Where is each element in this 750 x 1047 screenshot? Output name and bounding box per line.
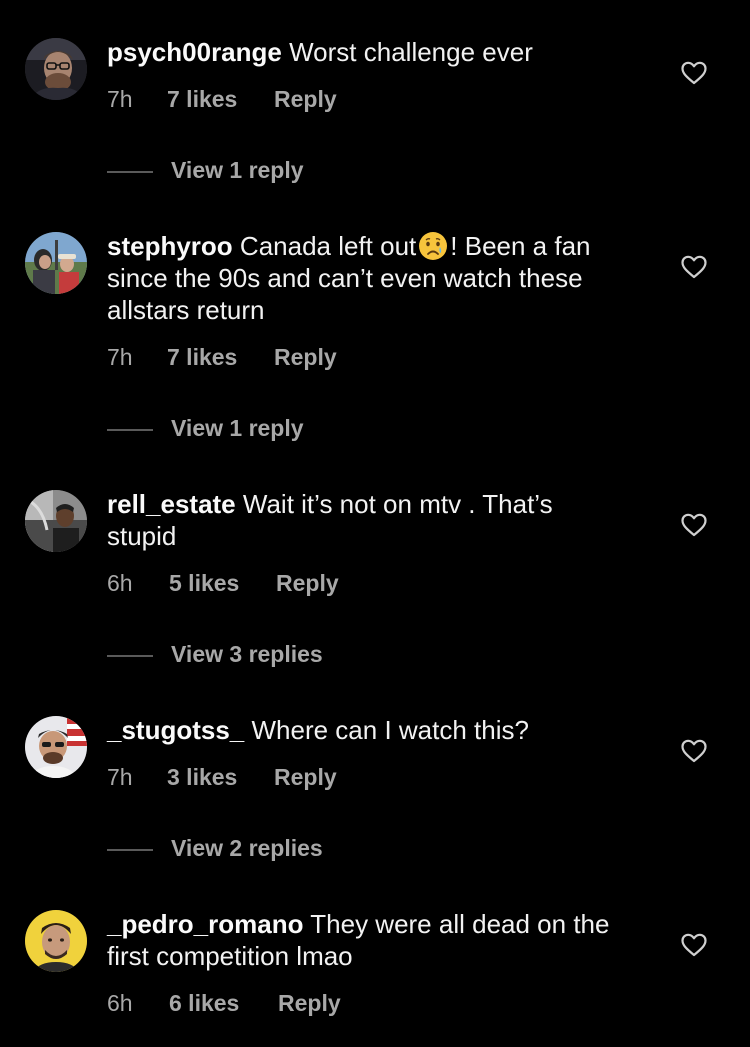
comment-meta: 6h 5 likes Reply: [107, 570, 339, 597]
replies-divider-line: [107, 849, 153, 851]
reply-button[interactable]: Reply: [276, 570, 339, 597]
comment-body: stephyroo Canada left out! Been a fan si…: [107, 230, 627, 326]
comment-meta: 7h 7 likes Reply: [107, 86, 337, 113]
comment-timestamp: 6h: [107, 990, 133, 1016]
avatar-outdoor-couple-icon: [25, 232, 87, 294]
avatar-glasses-man-icon: [25, 38, 87, 100]
avatar-man-yellow-icon: [25, 910, 87, 972]
comment-username[interactable]: _pedro_romano: [107, 909, 304, 939]
user-avatar[interactable]: [25, 38, 87, 100]
like-heart-icon[interactable]: [681, 255, 707, 279]
comment-username[interactable]: rell_estate: [107, 489, 236, 519]
comment-username[interactable]: _stugotss_: [107, 715, 244, 745]
avatar-man-car-icon: [25, 490, 87, 552]
replies-divider-line: [107, 171, 153, 173]
replies-divider-line: [107, 429, 153, 431]
reply-button[interactable]: Reply: [278, 990, 341, 1017]
user-avatar[interactable]: [25, 910, 87, 972]
like-heart-icon[interactable]: [681, 513, 707, 537]
view-replies-label: View 1 reply: [171, 415, 304, 441]
comment-likes[interactable]: 5 likes: [169, 570, 239, 597]
comment-meta: 7h 3 likes Reply: [107, 764, 337, 791]
comment-timestamp: 7h: [107, 764, 133, 790]
comment-body: rell_estate Wait it’s not on mtv . That’…: [107, 488, 627, 552]
user-avatar[interactable]: [25, 232, 87, 294]
replies-divider-line: [107, 655, 153, 657]
comment-username[interactable]: stephyroo: [107, 231, 233, 261]
crying-face-emoji-icon: [417, 230, 449, 262]
view-replies-label: View 1 reply: [171, 157, 304, 183]
comment-text: Where can I watch this?: [251, 715, 529, 745]
comment-likes[interactable]: 7 likes: [167, 86, 237, 113]
view-replies-label: View 3 replies: [171, 641, 323, 667]
comment-timestamp: 6h: [107, 570, 133, 596]
comment-meta: 7h 7 likes Reply: [107, 344, 337, 371]
comment-likes[interactable]: 3 likes: [167, 764, 237, 791]
user-avatar[interactable]: [25, 716, 87, 778]
comment-body: _stugotss_ Where can I watch this?: [107, 714, 627, 746]
comment-timestamp: 7h: [107, 86, 133, 112]
comment-body: psych00range Worst challenge ever: [107, 36, 627, 68]
comment-text-part: Canada left out: [239, 231, 417, 261]
reply-button[interactable]: Reply: [274, 764, 337, 791]
comment-text: Worst challenge ever: [289, 37, 533, 67]
reply-button[interactable]: Reply: [274, 86, 337, 113]
like-heart-icon[interactable]: [681, 933, 707, 957]
reply-button[interactable]: Reply: [274, 344, 337, 371]
comment-body: _pedro_romano They were all dead on the …: [107, 908, 627, 972]
view-replies-label: View 2 replies: [171, 835, 323, 861]
like-heart-icon[interactable]: [681, 61, 707, 85]
avatar-man-flag-icon: [25, 716, 87, 778]
comment-username[interactable]: psych00range: [107, 37, 282, 67]
like-heart-icon[interactable]: [681, 739, 707, 763]
comment-meta: 6h 6 likes Reply: [107, 990, 341, 1017]
user-avatar[interactable]: [25, 490, 87, 552]
comment-timestamp: 7h: [107, 344, 133, 370]
comment-likes[interactable]: 6 likes: [169, 990, 239, 1017]
comment-likes[interactable]: 7 likes: [167, 344, 237, 371]
